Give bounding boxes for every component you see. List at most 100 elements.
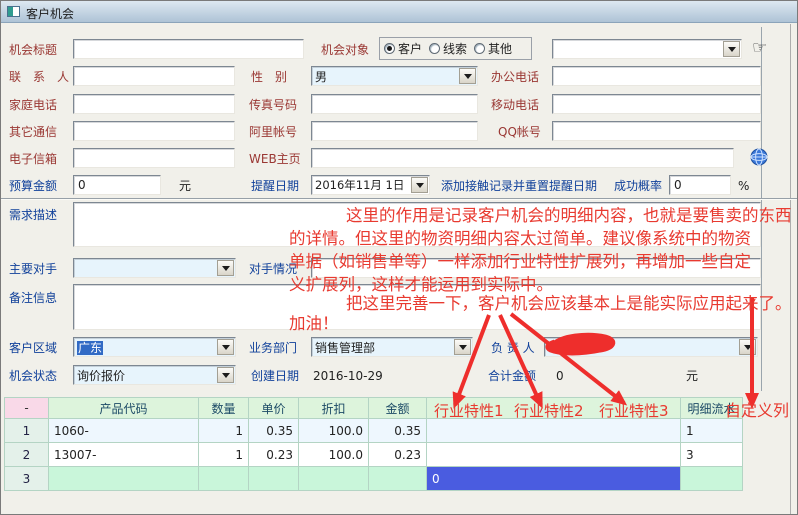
- window-icon: [7, 6, 20, 17]
- remind-date-label: 提醒日期: [251, 179, 299, 193]
- cell-qty[interactable]: 1: [199, 419, 249, 443]
- cell-amount[interactable]: [369, 467, 427, 491]
- row-number[interactable]: 3: [5, 467, 49, 491]
- radio-customer[interactable]: 客户: [384, 40, 422, 57]
- mobile-label: 移动电话: [491, 98, 539, 112]
- rival-select[interactable]: [73, 258, 236, 278]
- fax-input[interactable]: [311, 94, 478, 114]
- owner-label: 负 责 人: [491, 341, 535, 355]
- cell-price[interactable]: 0.23: [249, 443, 299, 467]
- cell-extra-selected[interactable]: 0: [427, 467, 681, 491]
- grid-row-2: 2 13007- 1 0.23 100.0 0.23 3: [5, 443, 743, 467]
- success-rate-label: 成功概率: [614, 179, 662, 193]
- grid-header-qty[interactable]: 数量: [199, 398, 249, 419]
- budget-input[interactable]: [73, 175, 161, 195]
- mobile-input[interactable]: [552, 94, 761, 114]
- cell-price[interactable]: 0.35: [249, 419, 299, 443]
- radio-lead-icon: [429, 43, 440, 54]
- cell-code[interactable]: [49, 467, 199, 491]
- grid-row-3: 3 0: [5, 467, 743, 491]
- grid-header-discount[interactable]: 折扣: [299, 398, 369, 419]
- annotation-line-2: 的详情。但这里的物资明细内容太过简单。建议像系统中的物资: [289, 229, 751, 248]
- radio-lead-label: 线索: [443, 40, 467, 57]
- ali-account-input[interactable]: [311, 121, 478, 141]
- budget-unit: 元: [179, 179, 191, 193]
- cell-price[interactable]: [249, 467, 299, 491]
- region-select[interactable]: 广东: [73, 337, 236, 357]
- grid-header-price[interactable]: 单价: [249, 398, 299, 419]
- window-right-edge: [790, 24, 791, 515]
- pick-hand-icon[interactable]: ☞: [752, 40, 767, 57]
- cell-serial[interactable]: 3: [681, 443, 743, 467]
- success-rate-unit: %: [738, 179, 749, 193]
- opportunity-title-input[interactable]: [73, 39, 304, 59]
- web-home-input[interactable]: [311, 148, 734, 168]
- opportunity-window: 客户机会 机会标题 机会对象 客户 线索 其他 ☞ 联 系 人 性 别 男 办公…: [0, 0, 798, 515]
- status-label: 机会状态: [9, 369, 57, 383]
- title-bar: 客户机会: [1, 1, 797, 23]
- target-object-select[interactable]: [552, 39, 742, 59]
- gender-dropdown-arrow[interactable]: [459, 68, 476, 84]
- gender-value: 男: [312, 68, 459, 85]
- web-home-label: WEB主页: [249, 152, 301, 166]
- annotation-line-5: 把这里完善一下，客户机会应该基本上是能实际应用起来了。: [346, 294, 792, 313]
- annotation-line-3: 单据（如销售单等）一样添加行业特性扩展列，再增加一些自定: [289, 252, 751, 271]
- dept-select[interactable]: 销售管理部: [311, 337, 473, 357]
- grid-header-rowselector[interactable]: -: [5, 398, 49, 419]
- qq-account-input[interactable]: [552, 121, 761, 141]
- cell-amount[interactable]: 0.23: [369, 443, 427, 467]
- contact-input[interactable]: [73, 66, 235, 86]
- grid-row-1: 1 1060- 1 0.35 100.0 0.35 1: [5, 419, 743, 443]
- annotation-industry-col-3: 行业特性3: [599, 400, 669, 421]
- row-number[interactable]: 2: [5, 443, 49, 467]
- annotation-custom-col: 自定义列: [725, 397, 789, 421]
- cell-qty[interactable]: [199, 467, 249, 491]
- success-rate-input[interactable]: [669, 175, 731, 195]
- qq-account-label: QQ帐号: [498, 125, 541, 139]
- cell-discount[interactable]: 100.0: [299, 419, 369, 443]
- home-phone-input[interactable]: [73, 94, 235, 114]
- region-value: 广东: [74, 339, 217, 356]
- region-dropdown-arrow[interactable]: [217, 339, 234, 355]
- radio-other[interactable]: 其他: [474, 40, 512, 57]
- owner-dropdown-arrow[interactable]: [739, 339, 756, 355]
- cell-qty[interactable]: 1: [199, 443, 249, 467]
- cell-code[interactable]: 1060-: [49, 419, 199, 443]
- remind-date-select[interactable]: 2016年11月 1日: [311, 175, 430, 195]
- status-dropdown-arrow[interactable]: [217, 367, 234, 383]
- email-input[interactable]: [73, 148, 235, 168]
- status-value: 询价报价: [74, 367, 217, 384]
- row-number[interactable]: 1: [5, 419, 49, 443]
- rival-dropdown-arrow[interactable]: [217, 260, 234, 276]
- cell-extra[interactable]: [427, 443, 681, 467]
- grid-header-amount[interactable]: 金额: [369, 398, 427, 419]
- remind-date-value: 2016年11月 1日: [312, 177, 411, 193]
- cell-serial[interactable]: [681, 467, 743, 491]
- dept-dropdown-arrow[interactable]: [454, 339, 471, 355]
- office-phone-input[interactable]: [552, 66, 761, 86]
- add-contact-record-note[interactable]: 添加接触记录并重置提醒日期: [441, 179, 597, 193]
- owner-select[interactable]: [544, 337, 758, 357]
- opportunity-target-label: 机会对象: [321, 43, 369, 57]
- demand-label: 需求描述: [9, 208, 57, 222]
- grid-header-code[interactable]: 产品代码: [49, 398, 199, 419]
- radio-lead[interactable]: 线索: [429, 40, 467, 57]
- cell-amount[interactable]: 0.35: [369, 419, 427, 443]
- target-object-dropdown-arrow[interactable]: [723, 41, 740, 57]
- gender-select[interactable]: 男: [311, 66, 478, 86]
- total-unit: 元: [686, 369, 698, 383]
- cell-discount[interactable]: [299, 467, 369, 491]
- create-date-value: 2016-10-29: [313, 369, 383, 383]
- remark-label: 备注信息: [9, 291, 57, 305]
- cell-discount[interactable]: 100.0: [299, 443, 369, 467]
- fax-label: 传真号码: [249, 98, 297, 112]
- globe-icon[interactable]: [750, 148, 768, 169]
- total-label: 合计金额: [488, 369, 536, 383]
- status-select[interactable]: 询价报价: [73, 365, 236, 385]
- cell-code[interactable]: 13007-: [49, 443, 199, 467]
- dept-value: 销售管理部: [312, 339, 454, 356]
- other-comm-input[interactable]: [73, 121, 235, 141]
- cell-extra[interactable]: [427, 419, 681, 443]
- remind-date-dropdown-arrow[interactable]: [411, 177, 428, 193]
- cell-serial[interactable]: 1: [681, 419, 743, 443]
